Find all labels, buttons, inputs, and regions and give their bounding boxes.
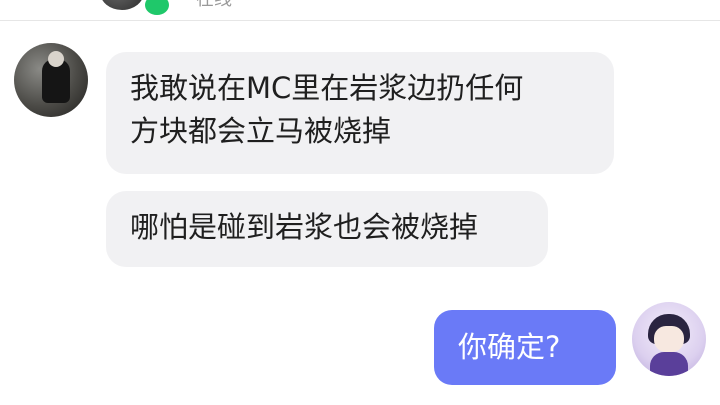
avatar-body [650,352,688,376]
message-bubble-incoming[interactable]: 哪怕是碰到岩浆也会被烧掉 [106,191,548,267]
contact-avatar[interactable] [100,0,144,10]
avatar-face [654,326,684,352]
sender-avatar[interactable] [14,43,88,117]
self-avatar[interactable] [632,302,706,376]
message-bubble-outgoing[interactable]: 你确定? [434,310,616,385]
message-bubble-incoming[interactable]: 我敢说在MC里在岩浆边扔任何 方块都会立马被烧掉 [106,52,614,174]
online-status-icon [143,0,171,17]
online-status-text: 在线 [196,0,232,9]
chat-header: 在线 [0,0,720,20]
header-divider [0,20,720,21]
avatar-head [48,51,64,67]
